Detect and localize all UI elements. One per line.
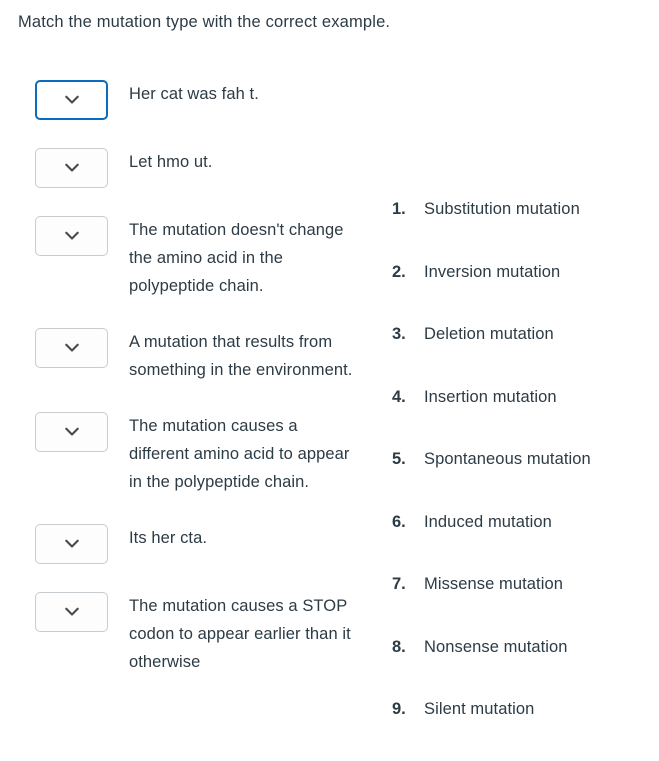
answer-select-wrapper [35,80,108,120]
answer-select-6[interactable] [35,524,108,564]
chevron-down-icon [64,539,79,549]
answer-row: Its her cta. [0,516,390,564]
choice-number: 4. [392,387,406,406]
choice-number: 5. [392,450,406,468]
choice-label: Deletion mutation [424,325,554,343]
answer-select-wrapper [35,412,108,452]
answer-select-wrapper [35,216,108,256]
question-prompt: Match the mutation type with the correct… [18,13,391,31]
answer-select-wrapper [35,148,108,188]
answer-text: A mutation that results from something i… [129,333,353,379]
choice-label: Spontaneous mutation [424,450,591,468]
chevron-down-icon [64,343,79,353]
choice-number: 9. [392,700,406,718]
choice-number: 8. [392,637,406,656]
answer-row: The mutation doesn't change the amino ac… [0,208,390,300]
answer-select-wrapper [35,328,108,368]
answer-row: Let hmo ut. [0,140,390,188]
choice-number: 2. [392,262,406,281]
answer-row: The mutation causes a different amino ac… [0,404,390,496]
choice-number: 6. [392,512,406,531]
choice-label: Nonsense mutation [424,637,568,656]
choice-item: 4. Insertion mutation [392,386,659,449]
chevron-down-icon [64,163,79,173]
answer-row: The mutation causes a STOP codon to appe… [0,584,390,676]
choice-item: 2. Inversion mutation [392,261,659,324]
answers-column: Her cat was fah t. Let hmo ut. The mutatio… [0,72,390,696]
answer-text: The mutation causes a different amino ac… [129,417,350,491]
choice-label: Substitution mutation [424,200,580,218]
answer-text: The mutation doesn't change the amino ac… [129,221,344,295]
chevron-down-icon [64,95,79,105]
choice-item: 1. Substitution mutation [392,198,659,261]
matching-question: Match the mutation type with the correct… [0,0,659,743]
choice-label: Inversion mutation [424,262,561,281]
choice-label: Insertion mutation [424,387,557,406]
answer-row: A mutation that results from something i… [0,320,390,384]
answer-text: The mutation causes a STOP codon to appe… [129,597,351,671]
choice-label: Silent mutation [424,700,535,718]
choice-label: Missense mutation [424,575,563,593]
answer-select-3[interactable] [35,216,108,256]
choice-label: Induced mutation [424,512,552,531]
chevron-down-icon [64,427,79,437]
choice-number: 7. [392,575,406,593]
answer-select-4[interactable] [35,328,108,368]
choice-number: 3. [392,325,406,343]
answer-text: Her cat was fah t. [129,85,259,103]
choice-item: 5. Spontaneous mutation [392,448,659,511]
answer-row: Her cat was fah t. [0,72,390,120]
choice-item: 6. Induced mutation [392,511,659,574]
chevron-down-icon [64,231,79,241]
choice-item: 8. Nonsense mutation [392,636,659,699]
answer-select-wrapper [35,592,108,632]
choice-item: 3. Deletion mutation [392,323,659,386]
answer-select-2[interactable] [35,148,108,188]
answer-select-5[interactable] [35,412,108,452]
answer-text: Its her cta. [129,529,208,547]
choice-item: 9. Silent mutation [392,698,659,761]
answer-select-1[interactable] [35,80,108,120]
chevron-down-icon [64,607,79,617]
answer-select-wrapper [35,524,108,564]
answer-text: Let hmo ut. [129,153,213,171]
answer-select-7[interactable] [35,592,108,632]
choice-item: 7. Missense mutation [392,573,659,636]
choice-number: 1. [392,200,406,218]
choices-column: 1. Substitution mutation 2. Inversion mutat… [392,198,659,761]
